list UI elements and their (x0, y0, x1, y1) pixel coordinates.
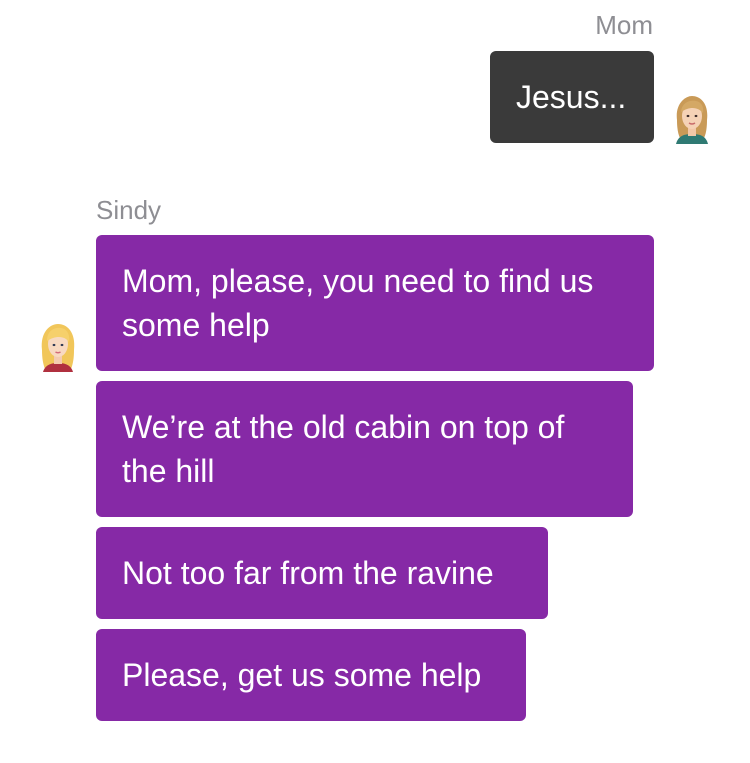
message-text: Please, get us some help (122, 657, 482, 693)
sender-name-mom: Mom (595, 10, 653, 40)
message-bubble-mom[interactable]: Jesus... (490, 51, 654, 143)
message-bubble-sindy[interactable]: Please, get us some help (96, 629, 526, 721)
message-bubble-sindy[interactable]: Not too far from the ravine (96, 527, 548, 619)
message-text: Mom, please, you need to find us some he… (122, 263, 594, 343)
sender-name-sindy: Sindy (96, 195, 162, 225)
message-text: Not too far from the ravine (122, 555, 494, 591)
message-text: We’re at the old cabin on top of the hil… (122, 409, 565, 489)
message-text: Jesus... (516, 79, 627, 115)
message-bubble-sindy[interactable]: We’re at the old cabin on top of the hil… (96, 381, 633, 517)
sindy-avatar-icon[interactable] (36, 322, 80, 372)
mom-avatar-icon[interactable] (670, 94, 714, 144)
message-bubble-sindy[interactable]: Mom, please, you need to find us some he… (96, 235, 654, 371)
